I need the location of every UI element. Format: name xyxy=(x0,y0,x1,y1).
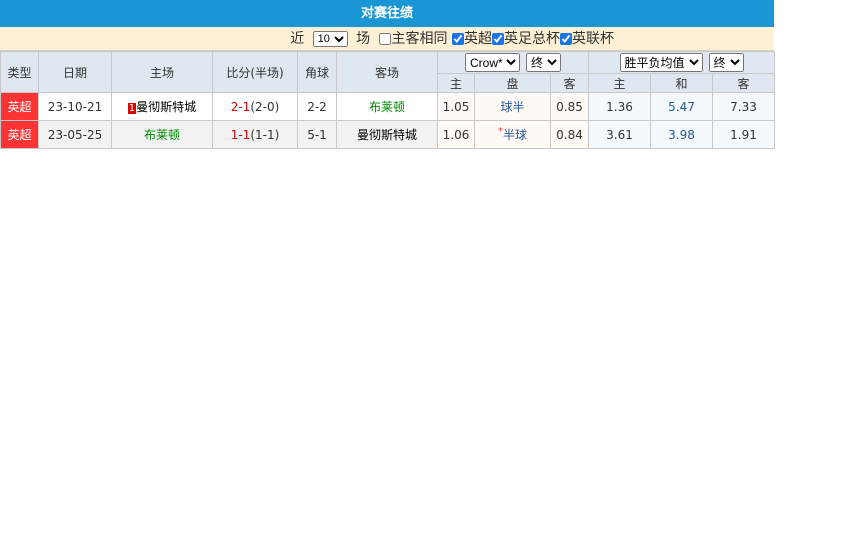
asian-handicap-header: Crow* 终 xyxy=(436,51,590,74)
eu-company-select[interactable]: 胜平负均值 xyxy=(619,53,703,72)
ah-away-odds: 0.85 xyxy=(549,92,590,121)
table-row: 英超 23-05-25 布莱顿 1-1(1-1) 5-1 曼彻斯特城 1.06 … xyxy=(0,120,776,149)
table-row: 英超 23-10-21 1曼彻斯特城 2-1(2-0) 2-2 布莱顿 1.05… xyxy=(0,92,776,121)
eu-home-odds: 1.36 xyxy=(588,92,652,121)
col-score: 比分(半场) xyxy=(212,51,298,93)
match-date: 23-10-21 xyxy=(38,92,112,121)
league-checkbox-premier[interactable] xyxy=(452,33,464,45)
eu-away-odds: 1.91 xyxy=(712,120,776,149)
panel-title: 对赛往绩 xyxy=(0,0,774,27)
matches-label: 场 xyxy=(356,31,371,47)
league-label: 英超 xyxy=(464,31,492,47)
recent-label: 近 xyxy=(290,31,305,47)
team-name: 曼彻斯特城 xyxy=(136,100,197,114)
eu-mode-select[interactable]: 终 xyxy=(708,53,744,72)
same-venue-label: 主客相同 xyxy=(391,31,448,47)
match-count-select[interactable]: 10 xyxy=(312,31,348,47)
col-type: 类型 xyxy=(0,51,39,93)
euro-odds-header: 胜平负均值终 xyxy=(588,51,776,74)
line-text: 球半 xyxy=(500,100,525,114)
col-home: 主场 xyxy=(111,51,213,93)
eu-home-odds: 3.61 xyxy=(588,120,652,149)
sub-ah-away: 客 xyxy=(549,73,590,93)
full-score: 1-1 xyxy=(230,127,251,142)
ah-home-odds: 1.06 xyxy=(437,120,475,149)
away-team[interactable]: 布莱顿 xyxy=(336,92,438,121)
col-away: 客场 xyxy=(336,51,438,93)
head-to-head-panel: 对赛往绩 近 10 场 主客相同 英超 英足总杯 英联杯 类型 日期 主场 比分(半… xyxy=(0,0,776,149)
sub-eu-home: 主 xyxy=(588,73,652,93)
team-name: 布莱顿 xyxy=(143,128,180,142)
sub-eu-draw: 和 xyxy=(650,73,714,93)
league-label: 英足总杯 xyxy=(504,31,560,47)
eu-draw-odds: 3.98 xyxy=(650,120,714,149)
ah-mode-select[interactable]: 终 xyxy=(526,53,561,72)
score[interactable]: 2-1(2-0) xyxy=(212,92,298,121)
corners: 5-1 xyxy=(297,120,337,149)
col-corner: 角球 xyxy=(297,51,337,93)
ah-away-odds: 0.84 xyxy=(549,120,590,149)
half-score: (1-1) xyxy=(250,127,280,142)
away-team[interactable]: 曼彻斯特城 xyxy=(336,120,438,149)
ah-company-select[interactable]: Crow* xyxy=(465,53,520,72)
league-badge[interactable]: 英超 xyxy=(0,92,39,121)
filter-bar: 近 10 场 主客相同 英超 英足总杯 英联杯 xyxy=(0,27,774,51)
sub-eu-away: 客 xyxy=(712,73,776,93)
half-score: (2-0) xyxy=(250,99,280,114)
league-label: 英联杯 xyxy=(572,31,614,47)
results-table: 类型 日期 主场 比分(半场) 角球 客场 Crow* 终 胜平负均值终 主 盘 … xyxy=(0,51,776,149)
full-score: 2-1 xyxy=(230,99,251,114)
col-date: 日期 xyxy=(38,51,112,93)
league-checkbox-fa-cup[interactable] xyxy=(492,33,504,45)
eu-away-odds: 7.33 xyxy=(712,92,776,121)
ah-home-odds: 1.05 xyxy=(437,92,475,121)
league-badge[interactable]: 英超 xyxy=(0,120,39,149)
home-team[interactable]: 布莱顿 xyxy=(111,120,213,149)
ah-line: 球半 xyxy=(474,92,551,121)
match-date: 23-05-25 xyxy=(38,120,112,149)
ah-line: *半球 xyxy=(474,120,551,149)
sub-ah-home: 主 xyxy=(437,73,475,93)
line-text: 半球 xyxy=(502,128,527,142)
league-checkbox-league-cup[interactable] xyxy=(560,33,572,45)
home-team[interactable]: 1曼彻斯特城 xyxy=(111,92,213,121)
eu-draw-odds: 5.47 xyxy=(650,92,714,121)
score[interactable]: 1-1(1-1) xyxy=(212,120,298,149)
corners: 2-2 xyxy=(297,92,337,121)
sub-ah-line: 盘 xyxy=(474,73,551,93)
rank-badge: 1 xyxy=(127,103,137,114)
same-venue-checkbox[interactable] xyxy=(378,33,391,45)
